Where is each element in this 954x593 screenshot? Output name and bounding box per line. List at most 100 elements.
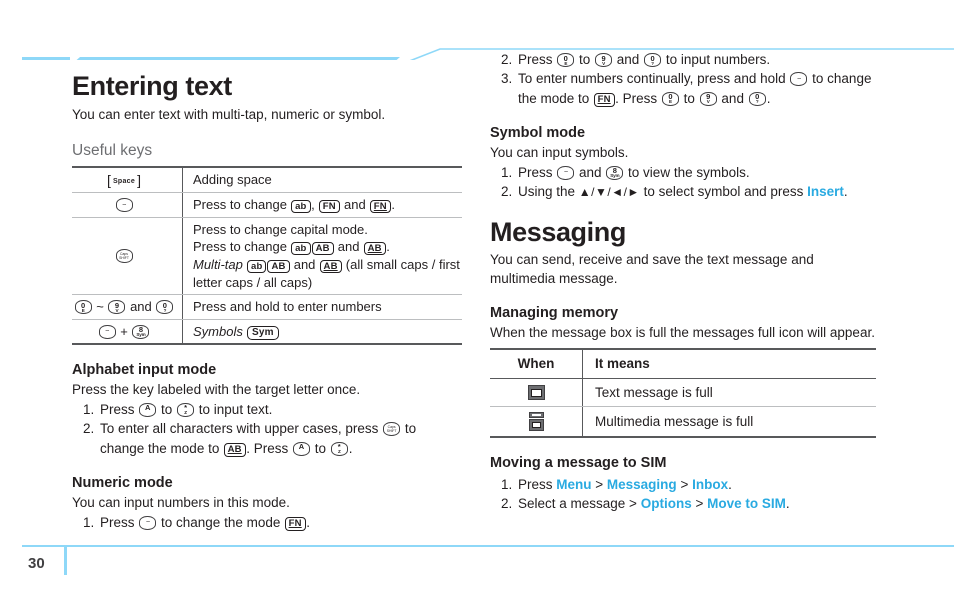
desc-cell: Press and hold to enter numbers (182, 294, 462, 320)
step-text: . (348, 440, 353, 456)
step-text: . (766, 90, 771, 106)
multi-tap-label: Multi-tap (193, 257, 243, 273)
desc-cell: Press to change ab, FN and FN. (182, 192, 462, 218)
list-item: Press ~ and 8Sym to view the symbols. (516, 163, 882, 182)
step-text: to (157, 401, 177, 417)
key-9-icon: 9V (699, 91, 717, 106)
multimedia-message-full-icon (528, 412, 545, 432)
step-sep: > (591, 476, 607, 492)
step-sep: > (676, 476, 693, 492)
numeric-lead: You can input numbers in this mode. (72, 495, 290, 511)
inbox-link[interactable]: Inbox (692, 477, 728, 492)
step-text: and (575, 164, 606, 180)
key-9-icon: 9V (108, 300, 126, 315)
step-text: Press (100, 401, 139, 417)
chapter-lead: You can enter text with multi-tap, numer… (72, 106, 386, 122)
step-sep: > (691, 495, 708, 511)
menu-link[interactable]: Menu (556, 477, 591, 492)
move-to-sim-steps: Press Menu > Messaging > Inbox. Select a… (490, 475, 882, 514)
sym-key-icon: 8 Sym (606, 165, 624, 180)
softkey-insert[interactable]: Insert (807, 184, 844, 199)
step-text: Using the (518, 184, 579, 200)
text-message-full-icon (527, 384, 545, 400)
page-title: Entering text (72, 71, 232, 101)
memory-icons-table: When It means Text message is full Multi… (490, 348, 876, 439)
table-row: Multimedia message is full (490, 406, 876, 439)
right-column: Press 0E to 9V and 0? to input numbers. … (490, 50, 882, 513)
step-text: to view the symbols. (624, 164, 750, 180)
mode-badge-AB-underlined: AB (223, 443, 246, 457)
step-text: to input numbers. (662, 52, 771, 67)
subsection-heading-managing-memory: Managing memory (490, 304, 619, 321)
footer-rule (22, 545, 954, 547)
key-0-icon: 0E (74, 300, 92, 315)
section-heading-useful-keys: Useful keys (72, 141, 153, 159)
direction-arrows-icon: ▲/▼/◄/► (578, 185, 640, 200)
row-description: Press and hold to enter numbers (193, 299, 382, 315)
meaning-cell: Multimedia message is full (582, 406, 876, 439)
table-row: Caps SHIFT Press to change capital mode. … (72, 217, 462, 296)
icon-cell (490, 406, 583, 439)
mode-badge-AB-underlined: AB (319, 259, 342, 274)
row-sep-1: , (311, 197, 319, 213)
row-description: Adding space (193, 172, 272, 188)
list-item: Press Menu > Messaging > Inbox. (516, 475, 882, 494)
row-description-prefix: Press to change (193, 197, 291, 213)
list-item: Select a message > Options > Move to SIM… (516, 494, 882, 513)
key-0b-icon: 0? (644, 53, 662, 67)
step-text: and (717, 90, 748, 106)
step-text: Press (100, 514, 139, 530)
row-sep-2: and (340, 197, 370, 213)
step-text: . Press (615, 90, 661, 106)
fn-wave-key-icon: ~ (790, 72, 808, 87)
mode-badge-fn: FN (318, 199, 340, 214)
messaging-link[interactable]: Messaging (607, 477, 677, 492)
key-0b-icon: 0? (748, 91, 766, 106)
step-text: . (843, 184, 848, 200)
desc-cell: Press to change capital mode. Press to c… (182, 217, 462, 296)
step-text: to (575, 52, 595, 67)
key-0b-icon: 0? (156, 300, 174, 315)
mode-badge-fn-underlined: FN (284, 517, 306, 531)
list-item: Press A to *Z to input text. (98, 400, 464, 419)
step-text: and (613, 52, 644, 67)
line2-suffix: . (386, 239, 390, 255)
key-9-icon: 9V (595, 53, 613, 67)
key-cell: ~ + 8 Sym (72, 319, 183, 346)
mode-badge-fn-underlined: FN (593, 93, 615, 107)
step-text: . (728, 476, 732, 492)
step-text: to input text. (195, 401, 273, 417)
step-text: Select a message > (518, 495, 641, 511)
table-row: [Space] Adding space (72, 165, 462, 194)
symbol-steps: Press ~ and 8Sym to view the symbols. Us… (490, 163, 882, 202)
key-cell: [Space] (72, 165, 183, 194)
line2-prefix: Press to change (193, 239, 291, 255)
step-text: . (306, 514, 310, 530)
line3-mid: and (290, 257, 320, 273)
left-column: Entering text You can enter text with mu… (72, 71, 464, 532)
key-cell: 0E ~ 9V and 0? (72, 294, 183, 320)
caps-shift-key-icon: Caps SHIFT (115, 249, 133, 264)
desc-cell: Symbols Sym (182, 319, 462, 346)
mode-badge-AB: AB (267, 259, 290, 274)
list-item: To enter all characters with upper cases… (98, 419, 464, 458)
list-item: Press 0E to 9V and 0? to input numbers. (516, 50, 882, 69)
key-a-icon: A (292, 441, 310, 456)
step-text: . Press (246, 440, 292, 456)
step-text: To enter numbers continually, press and … (518, 71, 790, 87)
table-row: ~ + 8 Sym Symbols Sym (72, 319, 462, 346)
useful-keys-table: [Space] Adding space ~ Press to change a… (72, 165, 462, 346)
row-suffix: . (391, 197, 395, 213)
options-link[interactable]: Options (641, 496, 692, 511)
column-header-it-means: It means (582, 348, 876, 379)
move-to-sim-link[interactable]: Move to SIM (707, 496, 786, 511)
symbols-label: Symbols (193, 323, 243, 339)
managing-memory-lead: When the message box is full the message… (490, 324, 875, 340)
line2-mid: and (334, 239, 364, 255)
alphabet-lead: Press the key labeled with the target le… (72, 382, 361, 398)
step-text: Press (518, 164, 557, 180)
subsection-heading-move-to-sim: Moving a message to SIM (490, 455, 667, 472)
mode-badge-fn-underlined: FN (369, 199, 391, 214)
step-text: to select symbol and press (639, 184, 808, 200)
table-row: Text message is full (490, 378, 876, 408)
